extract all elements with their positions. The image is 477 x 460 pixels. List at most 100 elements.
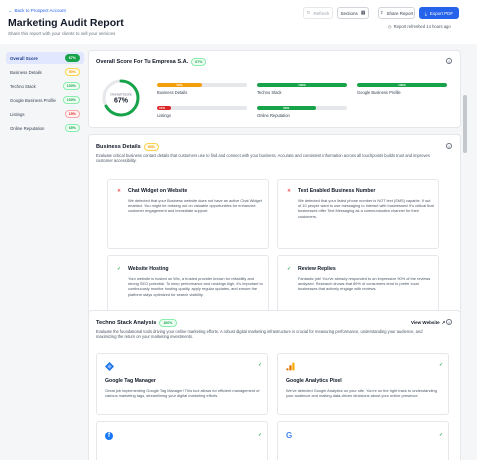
- techno-stack-title: Techno Stack Analysis 100%: [96, 319, 177, 327]
- bar-value: 65%: [283, 106, 290, 110]
- chat-widget-check: ✕ Chat Widget on Website We detected tha…: [107, 179, 269, 249]
- bar-value: 15%: [159, 106, 166, 110]
- score-badge: 100%: [62, 96, 80, 104]
- ring-value: 67%: [114, 98, 129, 105]
- overall-score-title-text: Overall Score For Tu Empresa S.A.: [96, 59, 189, 65]
- sections-button[interactable]: Sections ▦: [337, 7, 369, 19]
- page-header: ← Back to Prospect Account Marketing Aud…: [0, 0, 477, 44]
- page-subtitle: Share this report with your clients to s…: [8, 31, 116, 36]
- refresh-status-text: Report refreshed 14 hours ago: [393, 24, 451, 29]
- bar-fill: 15%: [157, 106, 171, 110]
- score-badge: 100%: [62, 82, 80, 90]
- techno-stack-card: Techno Stack Analysis 100% View Website …: [88, 310, 461, 460]
- sidebar-item-overall-score[interactable]: Overall Score 67%: [6, 52, 84, 64]
- text-enabled-number-check: ✕ Text Enabled Business Number We detect…: [277, 179, 439, 249]
- score-bar-techno-stack: 100%: [257, 83, 347, 87]
- score-bar-online-reputation: 65%: [257, 106, 347, 110]
- export-pdf-button[interactable]: ⤓ Export PDF: [419, 7, 459, 19]
- check-title: Review Replies: [298, 266, 336, 272]
- business-details-title: Business Details 50%: [96, 143, 159, 151]
- bar-value: 50%: [176, 83, 183, 87]
- external-link-icon: ↗: [441, 320, 446, 325]
- techno-stack-description: Evaluate the foundational tools driving …: [96, 329, 423, 340]
- info-icon[interactable]: i: [446, 143, 452, 149]
- download-icon: ⤓: [424, 10, 427, 16]
- bar-label: Online Reputation: [257, 113, 290, 118]
- back-link[interactable]: ← Back to Prospect Account: [8, 8, 66, 13]
- check-icon: ✓: [258, 362, 262, 367]
- bar-label: Google Business Profile: [357, 90, 401, 95]
- google-check: G ✓: [277, 421, 449, 460]
- sidebar-item-online-reputation[interactable]: Online Reputation 65%: [6, 122, 84, 134]
- score-bar-business-details: 50%: [157, 83, 247, 87]
- overall-score-badge: 67%: [191, 58, 207, 66]
- x-icon: ✕: [287, 188, 291, 193]
- check-title: Google Analytics Pixel: [286, 378, 342, 384]
- sidebar-item-google-business-profile[interactable]: Google Business Profile 100%: [6, 94, 84, 106]
- facebook-icon: f: [105, 432, 113, 440]
- overall-score-ring: Overall Score 67%: [102, 79, 140, 117]
- sidebar-item-label: Online Reputation: [10, 125, 45, 131]
- bar-fill: 50%: [157, 83, 202, 87]
- view-website-label: View Website: [411, 320, 440, 325]
- check-title: Website Hosting: [128, 266, 169, 272]
- score-bar-listings: 15%: [157, 106, 247, 110]
- techno-stack-title-text: Techno Stack Analysis: [96, 320, 157, 326]
- sidebar-item-listings[interactable]: Listings 15%: [6, 108, 84, 120]
- score-bar-google-business-profile: 100%: [357, 83, 447, 87]
- refresh-label: Refresh: [313, 10, 330, 16]
- score-badge: 50%: [64, 68, 80, 76]
- check-text: We detected that your listed phone numbe…: [298, 198, 434, 219]
- clock-icon: ◷: [388, 24, 392, 29]
- check-title: Google Tag Manager: [105, 378, 156, 384]
- check-text: Great job implementing Google Tag Manage…: [105, 388, 260, 399]
- techno-stack-badge: 100%: [159, 319, 177, 327]
- overall-score-title: Overall Score For Tu Empresa S.A. 67%: [96, 58, 207, 66]
- refresh-icon: ↻: [306, 10, 311, 15]
- share-icon: ⇪: [379, 10, 384, 15]
- refresh-button[interactable]: ↻ Refresh: [303, 7, 333, 19]
- check-title: Chat Widget on Website: [128, 188, 188, 194]
- check-icon: ✓: [117, 266, 121, 271]
- bar-value: 100%: [298, 83, 306, 87]
- business-details-badge: 50%: [143, 143, 159, 151]
- check-title: Text Enabled Business Number: [298, 188, 376, 194]
- google-analytics-icon: [286, 362, 295, 371]
- info-icon[interactable]: i: [446, 319, 452, 325]
- bar-value: 100%: [398, 83, 406, 87]
- check-text: Your website is hosted on Wix, a trusted…: [128, 276, 263, 297]
- refresh-status: ◷ Report refreshed 14 hours ago: [388, 24, 451, 29]
- google-icon: G: [286, 431, 293, 440]
- check-icon: ✓: [439, 432, 443, 437]
- score-badge: 65%: [64, 124, 80, 132]
- score-badge: 67%: [64, 54, 80, 62]
- export-label: Export PDF: [429, 10, 454, 16]
- bar-label: Techno Stack: [257, 90, 282, 95]
- page-title: Marketing Audit Report: [8, 17, 124, 29]
- sidebar-item-techno-stack[interactable]: Techno Stack 100%: [6, 80, 84, 92]
- sidebar-item-business-details[interactable]: Business Details 50%: [6, 66, 84, 78]
- bar-fill: 100%: [357, 83, 447, 87]
- business-details-description: Evaluate critical business contact detai…: [96, 153, 430, 164]
- sections-label: Sections: [340, 10, 358, 16]
- bar-fill: 65%: [257, 106, 316, 110]
- google-tag-manager-icon: [105, 362, 114, 371]
- sidebar-item-label: Listings: [10, 111, 25, 117]
- scrollbar-thumb[interactable]: [463, 95, 467, 153]
- business-details-title-text: Business Details: [96, 144, 141, 150]
- sidebar-item-label: Business Details: [10, 69, 42, 75]
- facebook-pixel-check: f ✓: [96, 421, 268, 460]
- overall-score-card: Overall Score For Tu Empresa S.A. 67% i …: [88, 50, 461, 128]
- check-text: Fantastic job! You've already responded …: [298, 276, 431, 292]
- x-icon: ✕: [117, 188, 121, 193]
- view-website-link[interactable]: View Website ↗: [411, 320, 445, 326]
- check-text: We've detected Google Analytics on your …: [286, 388, 437, 399]
- share-report-button[interactable]: ⇪ Share Report: [378, 7, 415, 19]
- sidebar: Overall Score 67% Business Details 50% T…: [4, 48, 84, 460]
- sidebar-item-label: Google Business Profile: [10, 97, 56, 103]
- arrow-left-icon: ←: [8, 8, 13, 13]
- bar-fill: 100%: [257, 83, 347, 87]
- info-icon[interactable]: i: [446, 58, 452, 64]
- google-analytics-check: ✓ Google Analytics Pixel We've detected …: [277, 353, 449, 415]
- back-link-label: Back to Prospect Account: [14, 8, 66, 13]
